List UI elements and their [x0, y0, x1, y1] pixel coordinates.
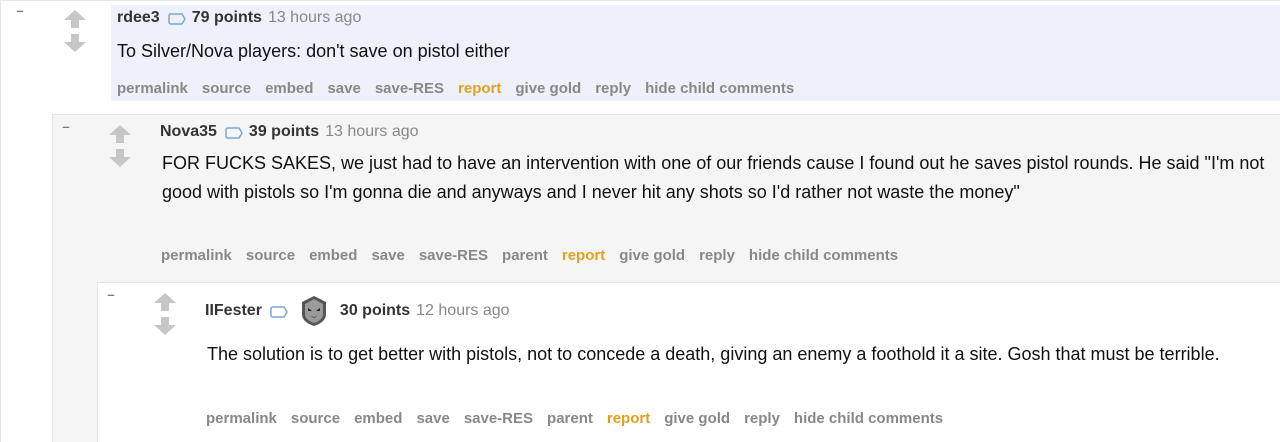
comment-buttons: permalink source embed save save-RES parent re… [161, 247, 912, 264]
save-res-link[interactable]: save-RES [419, 247, 488, 264]
downvote-arrow-icon[interactable] [63, 33, 87, 53]
timestamp[interactable]: 13 hours ago [268, 9, 361, 27]
permalink-link[interactable]: permalink [161, 247, 232, 264]
give-gold-link[interactable]: give gold [664, 410, 730, 427]
downvote-arrow-icon[interactable] [108, 148, 132, 168]
save-res-link[interactable]: save-RES [375, 80, 444, 97]
reply-link[interactable]: reply [595, 80, 631, 97]
score: 79 points [191, 9, 262, 26]
permalink-link[interactable]: permalink [117, 80, 188, 97]
report-link[interactable]: report [562, 247, 605, 264]
embed-link[interactable]: embed [265, 80, 313, 97]
user-tag-icon[interactable] [225, 127, 243, 139]
comment-body: To Silver/Nova players: don't save on pi… [117, 41, 510, 61]
score: 39 points [248, 123, 320, 140]
report-link[interactable]: report [607, 410, 650, 427]
g2-team-logo-icon [301, 296, 326, 326]
collapse-toggle[interactable]: – [13, 4, 27, 19]
upvote-arrow-icon[interactable] [63, 9, 87, 29]
comment-iifester: – IIFester 30 points 12 hours ago The so… [97, 282, 1280, 442]
comment-tagline: Nova35 39 points 13 hours ago [160, 123, 419, 141]
collapse-toggle[interactable]: – [59, 120, 73, 135]
save-link[interactable]: save [327, 80, 360, 97]
user-tag-icon[interactable] [270, 306, 288, 318]
source-link[interactable]: source [202, 80, 251, 97]
hide-child-comments-link[interactable]: hide child comments [749, 247, 898, 264]
save-res-link[interactable]: save-RES [464, 410, 533, 427]
comment-body: The solution is to get better with pisto… [207, 344, 1220, 364]
give-gold-link[interactable]: give gold [619, 247, 685, 264]
parent-link[interactable]: parent [502, 247, 548, 264]
timestamp[interactable]: 13 hours ago [325, 123, 418, 141]
vote-arrows [63, 9, 87, 55]
save-link[interactable]: save [371, 247, 404, 264]
embed-link[interactable]: embed [309, 247, 357, 264]
upvote-arrow-icon[interactable] [108, 124, 132, 144]
comment-buttons: permalink source embed save save-RES parent re… [206, 410, 957, 427]
user-tag-icon[interactable] [167, 13, 186, 25]
comment-buttons: permalink source embed save save-RES report gi… [117, 80, 808, 97]
embed-link[interactable]: embed [354, 410, 402, 427]
reply-link[interactable]: reply [744, 410, 780, 427]
source-link[interactable]: source [246, 247, 295, 264]
author-link[interactable]: Nova35 [160, 123, 217, 141]
give-gold-link[interactable]: give gold [515, 80, 581, 97]
source-link[interactable]: source [291, 410, 340, 427]
collapse-toggle[interactable]: – [104, 288, 118, 303]
downvote-arrow-icon[interactable] [153, 316, 177, 336]
comment-body: FOR FUCKS SAKES, we just had to have an … [162, 153, 1265, 202]
report-link[interactable]: report [458, 80, 501, 97]
comment-tagline: IIFester 30 points 12 hours ago [205, 295, 510, 327]
score: 30 points [339, 302, 411, 319]
vote-arrows [108, 124, 132, 170]
author-link[interactable]: rdee3 [117, 9, 160, 27]
reply-link[interactable]: reply [699, 247, 735, 264]
vote-arrows [153, 292, 177, 338]
author-link[interactable]: IIFester [205, 302, 262, 320]
permalink-link[interactable]: permalink [206, 410, 277, 427]
timestamp[interactable]: 12 hours ago [416, 302, 509, 320]
upvote-arrow-icon[interactable] [153, 292, 177, 312]
comment-tagline: rdee3 79 points 13 hours ago [117, 9, 361, 27]
hide-child-comments-link[interactable]: hide child comments [645, 80, 794, 97]
save-link[interactable]: save [416, 410, 449, 427]
parent-link[interactable]: parent [547, 410, 593, 427]
hide-child-comments-link[interactable]: hide child comments [794, 410, 943, 427]
